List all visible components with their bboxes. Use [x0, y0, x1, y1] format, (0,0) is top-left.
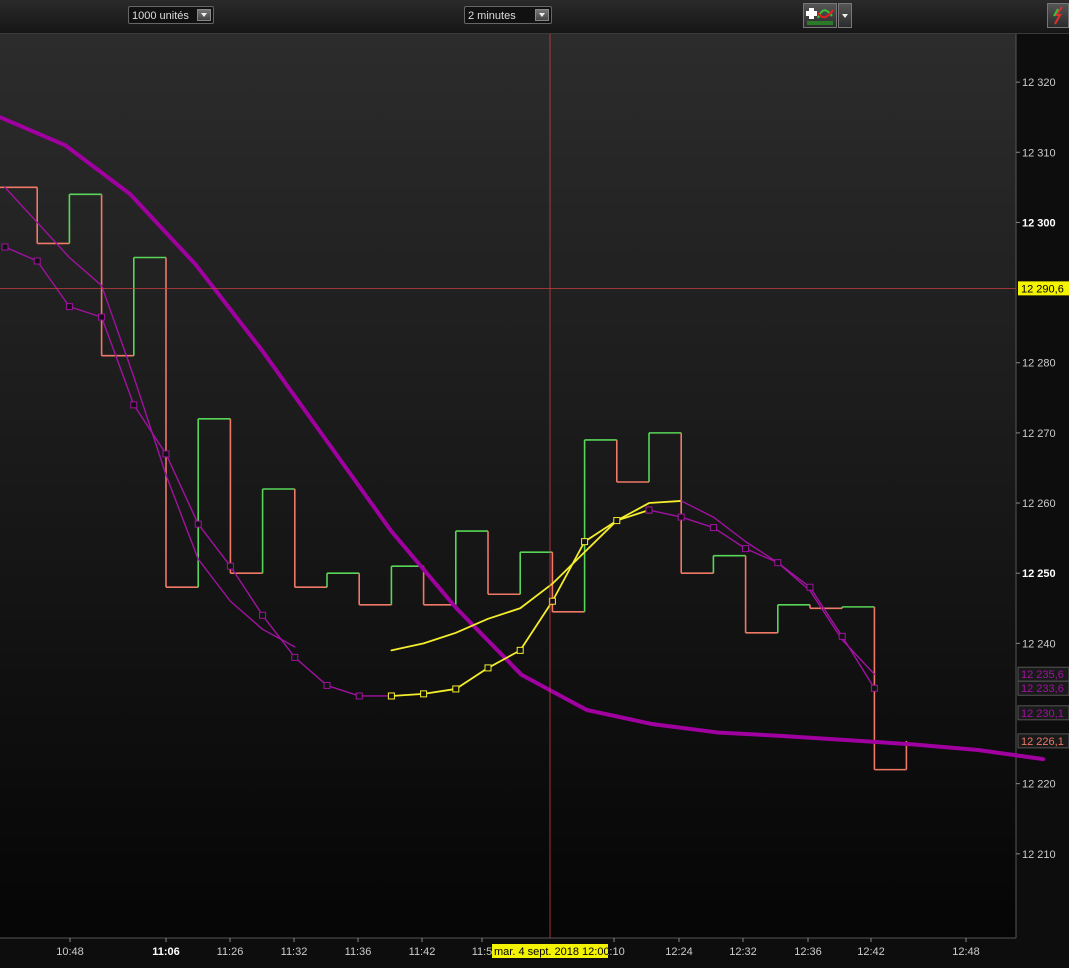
- price-tick-label: 12 300: [1022, 217, 1056, 229]
- time-tick-label: 12:32: [729, 946, 757, 958]
- time-tick-label: 12:36: [794, 946, 822, 958]
- last-value-label: 12 235,6: [1021, 669, 1064, 681]
- refresh-arrows-icon: [1053, 6, 1063, 25]
- units-select[interactable]: 1000 unités: [128, 6, 214, 24]
- refresh-button[interactable]: [1047, 3, 1069, 28]
- data-point-marker: [259, 611, 267, 619]
- price-tick-label: 12 280: [1022, 358, 1056, 370]
- data-point-marker: [516, 646, 524, 654]
- period-select-value: 2 minutes: [468, 10, 516, 22]
- data-point-marker: [98, 313, 106, 321]
- price-axis: [1016, 33, 1069, 938]
- price-tick-label: 12 250: [1022, 568, 1056, 580]
- data-point-marker: [130, 401, 138, 409]
- chevron-down-icon[interactable]: [535, 9, 549, 21]
- price-tick-label: 12 260: [1022, 498, 1056, 510]
- time-tick-label: 11:32: [281, 946, 308, 958]
- data-point-marker: [838, 632, 846, 640]
- time-tick-label: 11:42: [409, 946, 436, 958]
- add-indicator-button[interactable]: [803, 3, 837, 28]
- data-point-marker: [613, 517, 621, 525]
- time-tick-label: 12:24: [665, 946, 693, 958]
- data-point-marker: [774, 559, 782, 567]
- chart-toolbar: 1000 unités 2 minutes: [0, 0, 1069, 34]
- chevron-down-icon[interactable]: [197, 9, 211, 21]
- price-tick-label: 12 270: [1022, 428, 1056, 440]
- indicator-menu-button[interactable]: [838, 3, 852, 28]
- data-point-marker: [806, 583, 814, 591]
- time-tick-label: 11:5: [472, 946, 493, 958]
- data-point-marker: [33, 257, 41, 265]
- time-tick-label: 10:48: [56, 946, 84, 958]
- data-point-marker: [870, 684, 878, 692]
- data-point-marker: [420, 690, 428, 698]
- period-select[interactable]: 2 minutes: [464, 6, 552, 24]
- last-value-label: 12 226,1: [1021, 736, 1064, 748]
- crosshair-date-label: mar. 4 sept. 2018 12:00: [494, 946, 610, 958]
- data-point-marker: [709, 524, 717, 532]
- price-tick-label: 12 320: [1022, 77, 1056, 89]
- data-point-marker: [162, 450, 170, 458]
- data-point-marker: [645, 506, 653, 514]
- data-point-marker: [65, 303, 73, 311]
- price-chart[interactable]: 12 320 12 310 12 300 12 280 12 270 12 260 12 2…: [0, 0, 1069, 968]
- last-value-label: 12 230,1: [1021, 708, 1064, 720]
- data-point-marker: [355, 692, 363, 700]
- data-point-marker: [742, 545, 750, 553]
- data-point-marker: [291, 653, 299, 661]
- data-point-marker: [581, 538, 589, 546]
- data-point-marker: [387, 692, 395, 700]
- price-tick-label: 12 220: [1022, 779, 1056, 791]
- time-tick-label: 11:26: [217, 946, 244, 958]
- time-tick-label: 12:48: [952, 946, 980, 958]
- plot-area[interactable]: [0, 33, 1016, 938]
- crosshair-price-label: 12 290,6: [1021, 283, 1064, 295]
- data-point-marker: [323, 681, 331, 689]
- data-point-marker: [226, 562, 234, 570]
- price-tick-label: 12 310: [1022, 147, 1056, 159]
- data-point-marker: [1, 243, 9, 251]
- price-tick-label: 12 240: [1022, 638, 1056, 650]
- data-point-marker: [677, 513, 685, 521]
- last-value-label: 12 233,6: [1021, 683, 1064, 695]
- time-tick-label: 11:06: [152, 946, 180, 958]
- add-indicator-icon: [806, 8, 834, 25]
- time-tick-label: 11:36: [345, 946, 372, 958]
- data-point-marker: [484, 664, 492, 672]
- data-point-marker: [194, 520, 202, 528]
- units-select-value: 1000 unités: [132, 10, 189, 22]
- price-tick-label: 12 210: [1022, 849, 1056, 861]
- time-tick-label: 12:42: [857, 946, 885, 958]
- data-point-marker: [452, 685, 460, 693]
